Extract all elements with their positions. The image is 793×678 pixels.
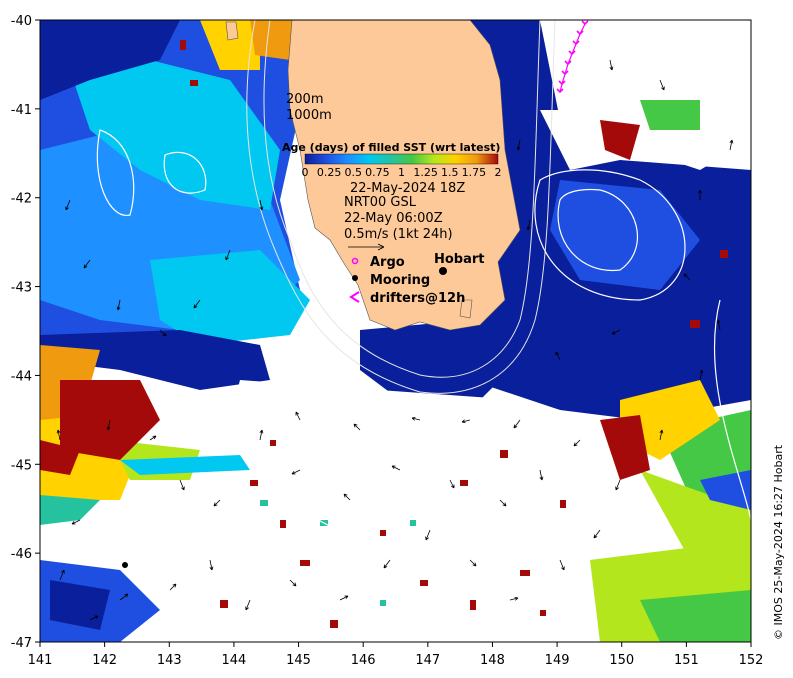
colorbar-tick-label: 1.75 bbox=[462, 166, 487, 179]
sst-time-label: 22-May-2024 18Z bbox=[350, 181, 465, 196]
x-tick-label: 152 bbox=[739, 653, 764, 668]
x-tick-label: 151 bbox=[674, 653, 699, 668]
y-tick-label: -45 bbox=[11, 458, 32, 473]
mooring-legend-marker bbox=[352, 275, 358, 281]
king-island bbox=[225, 21, 239, 41]
argo-legend-label: Argo bbox=[370, 255, 405, 270]
colorbar-gradient bbox=[304, 153, 499, 165]
y-tick-label: -46 bbox=[11, 547, 32, 562]
mooring-marker-hobart[interactable] bbox=[439, 267, 447, 275]
isobath-label-1000m: 1000m bbox=[286, 108, 332, 123]
x-tick-label: 142 bbox=[92, 653, 117, 668]
y-tick-label: -47 bbox=[11, 636, 32, 651]
currents-product-label: NRT00 GSL bbox=[344, 195, 417, 210]
x-tick-label: 148 bbox=[480, 653, 505, 668]
x-tick-label: 141 bbox=[28, 653, 53, 668]
x-tick-label: 143 bbox=[157, 653, 182, 668]
colorbar-tick-label: 1 bbox=[398, 166, 405, 179]
map-plot-area[interactable] bbox=[40, 20, 751, 642]
x-axis: 141 142 143 144 145 146 147 148 149 150 151 152 bbox=[28, 642, 764, 668]
x-tick-label: 145 bbox=[286, 653, 311, 668]
credit-label: © IMOS 25-May-2024 16:27 Hobart bbox=[772, 444, 785, 640]
colorbar-title: Age (days) of filled SST (wrt latest) bbox=[282, 141, 500, 154]
x-tick-label: 147 bbox=[415, 653, 440, 668]
vector-scale-label: 0.5m/s (1kt 24h) bbox=[344, 227, 453, 242]
place-label-hobart: Hobart bbox=[434, 252, 485, 267]
colorbar-tick-label: 1.25 bbox=[413, 166, 438, 179]
colorbar-tick-label: 0.5 bbox=[345, 166, 363, 179]
y-tick-label: -42 bbox=[11, 192, 32, 207]
y-tick-label: -44 bbox=[11, 369, 32, 384]
x-tick-label: 144 bbox=[221, 653, 246, 668]
colorbar-tick-label: 1.5 bbox=[441, 166, 459, 179]
currents-time-label: 22-May 06:00Z bbox=[344, 211, 443, 226]
colorbar-tick-label: 0.25 bbox=[317, 166, 342, 179]
drifter-legend-label: drifters@12h bbox=[370, 291, 465, 306]
colorbar-tick-labels: 0 0.25 0.5 0.75 1 1.25 1.5 1.75 2 bbox=[302, 166, 502, 179]
colorbar-tick-label: 2 bbox=[495, 166, 502, 179]
mooring-legend-label: Mooring bbox=[370, 273, 430, 288]
y-axis: -40 -41 -42 -43 -44 -45 -46 -47 bbox=[11, 14, 40, 651]
x-tick-label: 146 bbox=[351, 653, 376, 668]
y-tick-label: -40 bbox=[11, 14, 32, 29]
x-tick-label: 149 bbox=[545, 653, 570, 668]
mooring-marker-southwest[interactable] bbox=[122, 562, 128, 568]
y-tick-label: -43 bbox=[11, 281, 32, 296]
green-ne bbox=[640, 100, 700, 130]
colorbar-tick-label: 0.75 bbox=[365, 166, 390, 179]
x-tick-label: 150 bbox=[609, 653, 634, 668]
isobath-label-200m: 200m bbox=[286, 92, 323, 107]
sst-age-map-figure: 141 142 143 144 145 146 147 148 149 150 151 152 -40… bbox=[11, 14, 785, 668]
y-tick-label: -41 bbox=[11, 103, 32, 118]
colorbar-tick-label: 0 bbox=[302, 166, 309, 179]
